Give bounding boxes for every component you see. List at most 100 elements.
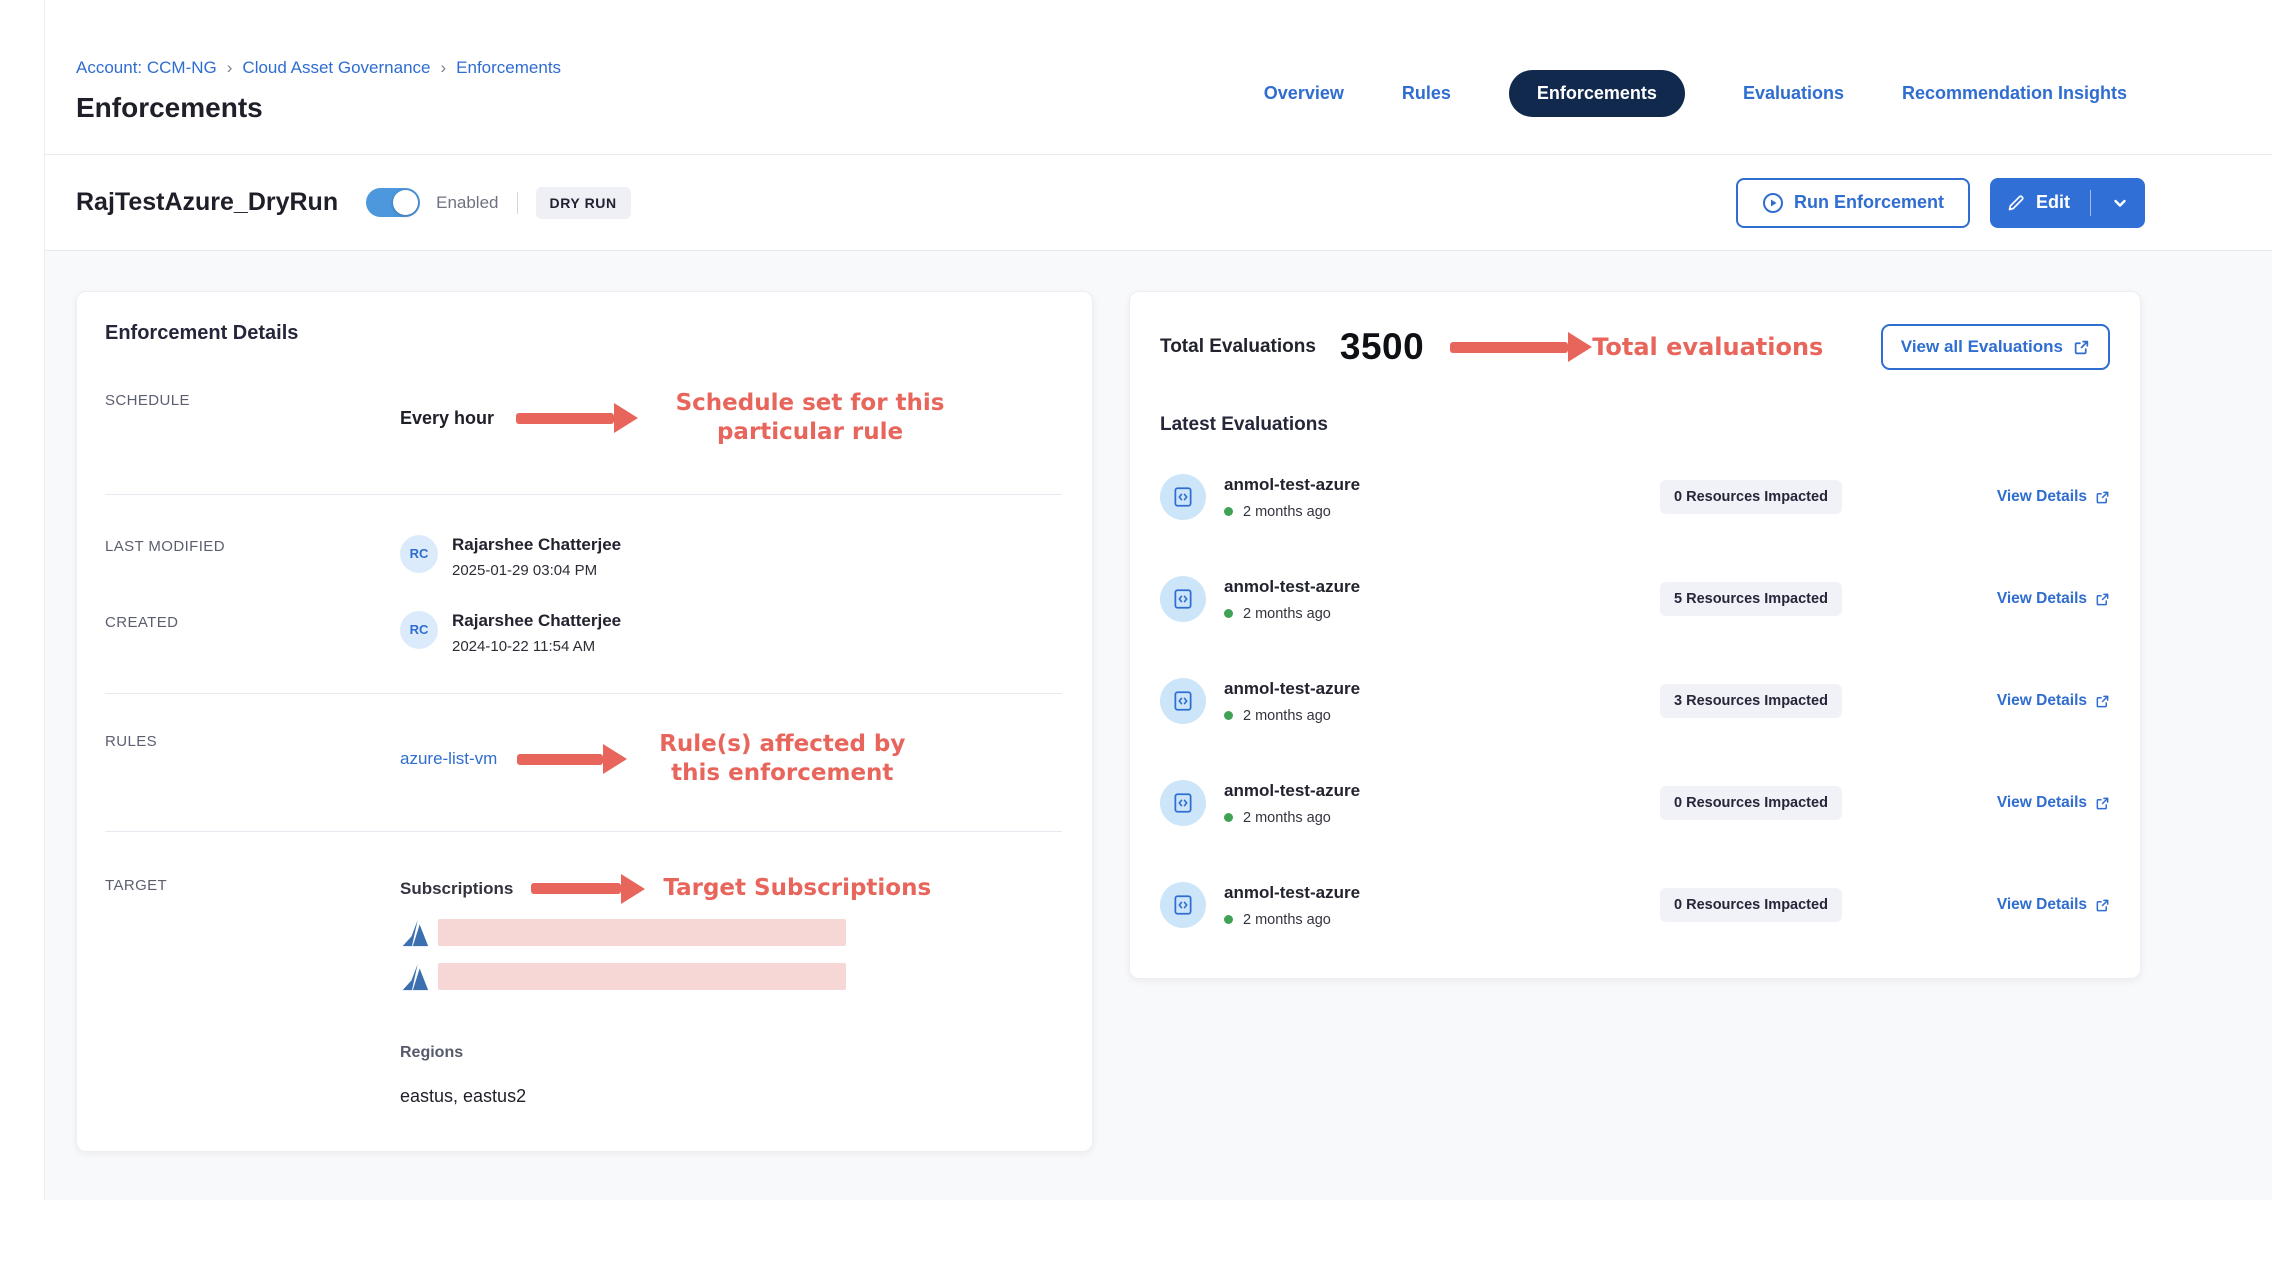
page-header: Account: CCM-NG › Cloud Asset Governance… [45,0,2272,155]
schedule-annotation: Schedule set for this particular rule [660,389,960,448]
view-details-label: View Details [1997,794,2087,812]
run-enforcement-button[interactable]: Run Enforcement [1736,178,1970,228]
status-dot-icon [1224,915,1233,924]
tab-overview[interactable]: Overview [1264,83,1344,104]
schedule-value-group: Every hour Schedule set for this particu… [400,389,960,448]
breadcrumb-governance-link[interactable]: Cloud Asset Governance [242,58,430,78]
view-details-link[interactable]: View Details [1997,794,2110,812]
evaluation-row: anmol-test-azure 2 months ago 0 Resource… [1160,474,2110,520]
schedule-label: SCHEDULE [105,389,400,448]
redacted-subscription-name [438,919,846,946]
view-details-label: View Details [1997,692,2087,710]
breadcrumb-enforcements-link[interactable]: Enforcements [456,58,561,78]
evaluations-card: Total Evaluations 3500 Total evaluations… [1129,291,2141,979]
enabled-toggle[interactable] [366,188,420,217]
code-file-icon [1171,791,1195,815]
enforcement-name: RajTestAzure_DryRun [76,188,338,217]
evaluation-time: 2 months ago [1243,606,1331,622]
last-modified-date: 2025-01-29 03:04 PM [452,562,621,579]
tab-evaluations[interactable]: Evaluations [1743,83,1844,104]
view-details-label: View Details [1997,896,2087,914]
total-evaluations-label: Total Evaluations [1160,336,1316,358]
schedule-row: SCHEDULE Every hour Schedule set for thi… [105,389,1062,495]
evaluation-avatar [1160,882,1206,928]
vertical-divider [517,192,518,214]
dry-run-badge: DRY RUN [536,187,631,219]
evaluation-avatar [1160,576,1206,622]
rules-label: RULES [105,730,400,789]
page-title: Enforcements [76,92,561,124]
status-dot-icon [1224,507,1233,516]
evaluation-time: 2 months ago [1243,810,1331,826]
target-value-group: Subscriptions Target Subscriptions [400,874,931,1107]
enforcement-titlebar: RajTestAzure_DryRun Enabled DRY RUN Run … [45,155,2272,251]
target-annotation: Target Subscriptions [663,874,931,903]
view-all-evaluations-label: View all Evaluations [1901,337,2063,357]
view-details-link[interactable]: View Details [1997,590,2110,608]
created-label: CREATED [105,611,400,655]
evaluation-name: anmol-test-azure [1224,475,1660,495]
tab-recommendation-insights[interactable]: Recommendation Insights [1902,83,2127,104]
edit-split-button[interactable]: Edit [1990,178,2145,228]
redacted-subscription-name [438,963,846,990]
resources-impacted-badge: 0 Resources Impacted [1660,786,1842,820]
resources-impacted-badge: 0 Resources Impacted [1660,888,1842,922]
subscription-item [400,918,931,948]
tab-rules[interactable]: Rules [1402,83,1451,104]
tab-enforcements[interactable]: Enforcements [1509,70,1685,117]
run-enforcement-label: Run Enforcement [1794,192,1944,213]
total-evaluations-annotation: Total evaluations [1592,333,1823,361]
resources-impacted-badge: 3 Resources Impacted [1660,684,1842,718]
external-link-icon [2095,898,2110,913]
annotation-arrow-icon [531,874,645,904]
resources-impacted-badge: 5 Resources Impacted [1660,582,1842,616]
external-link-icon [2095,490,2110,505]
annotation-arrow-icon [516,403,638,433]
evaluation-row: anmol-test-azure 2 months ago 0 Resource… [1160,882,2110,928]
avatar: RC [400,611,438,649]
code-file-icon [1171,485,1195,509]
people-section: LAST MODIFIED RC Rajarshee Chatterjee 20… [105,495,1062,694]
azure-logo-icon [400,962,430,992]
rules-value-group: azure-list-vm Rule(s) affected by this e… [400,730,917,789]
evaluation-time: 2 months ago [1243,708,1331,724]
evaluation-row: anmol-test-azure 2 months ago 3 Resource… [1160,678,2110,724]
view-details-link[interactable]: View Details [1997,488,2110,506]
breadcrumb-separator-icon: › [227,58,233,78]
regions-value: eastus, eastus2 [400,1086,931,1107]
resources-impacted-badge: 0 Resources Impacted [1660,480,1842,514]
breadcrumb-separator-icon: › [440,58,446,78]
code-file-icon [1171,587,1195,611]
created-person: RC Rajarshee Chatterjee 2024-10-22 11:54… [400,611,621,655]
last-modified-person: RC Rajarshee Chatterjee 2025-01-29 03:04… [400,535,621,579]
last-modified-row: LAST MODIFIED RC Rajarshee Chatterjee 20… [105,535,1062,579]
latest-evaluations-title: Latest Evaluations [1160,414,2110,436]
evaluation-time: 2 months ago [1243,504,1331,520]
play-circle-icon [1762,192,1784,214]
content-area: Enforcement Details SCHEDULE Every hour … [45,251,2272,1200]
enforcement-details-card: Enforcement Details SCHEDULE Every hour … [76,291,1093,1152]
rule-link[interactable]: azure-list-vm [400,749,497,769]
chevron-down-icon[interactable] [2111,194,2129,212]
code-file-icon [1171,893,1195,917]
regions-label: Regions [400,1044,931,1062]
annotation-arrow-icon [517,744,627,774]
breadcrumb-account-link[interactable]: Account: CCM-NG [76,58,217,78]
titlebar-left: RajTestAzure_DryRun Enabled DRY RUN [76,187,631,219]
rules-annotation: Rule(s) affected by this enforcement [647,730,917,789]
external-link-icon [2095,796,2110,811]
target-label: TARGET [105,874,400,1107]
evaluation-avatar [1160,678,1206,724]
button-divider [2090,190,2091,216]
avatar: RC [400,535,438,573]
view-details-link[interactable]: View Details [1997,896,2110,914]
view-all-evaluations-button[interactable]: View all Evaluations [1881,324,2110,370]
view-details-link[interactable]: View Details [1997,692,2110,710]
code-file-icon [1171,689,1195,713]
created-user: Rajarshee Chatterjee [452,611,621,631]
status-dot-icon [1224,711,1233,720]
evaluation-avatar [1160,780,1206,826]
evaluation-name: anmol-test-azure [1224,883,1660,903]
evaluation-row: anmol-test-azure 2 months ago 0 Resource… [1160,780,2110,826]
last-modified-label: LAST MODIFIED [105,535,400,579]
